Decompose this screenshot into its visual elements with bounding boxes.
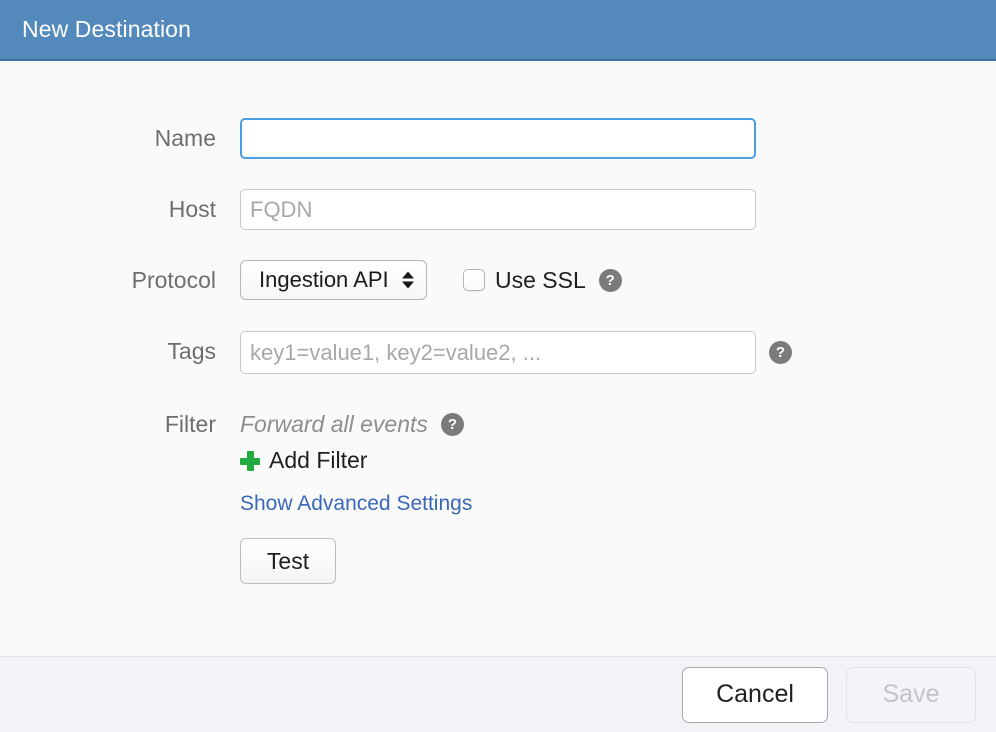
filter-status-text: Forward all events bbox=[240, 404, 428, 445]
tags-help-icon[interactable]: ? bbox=[769, 341, 792, 364]
show-advanced-settings-link[interactable]: Show Advanced Settings bbox=[240, 492, 472, 516]
page-title: New Destination bbox=[0, 18, 191, 41]
form-row-host: Host bbox=[0, 189, 996, 230]
tags-control: ? bbox=[240, 331, 792, 374]
host-label: Host bbox=[0, 189, 240, 230]
protocol-select-wrap: Ingestion API bbox=[240, 260, 427, 300]
dialog-header: New Destination bbox=[0, 0, 996, 61]
save-button: Save bbox=[846, 667, 976, 723]
dialog-body: Name Host Protocol Ingestion API bbox=[0, 61, 996, 656]
host-control bbox=[240, 189, 756, 230]
plus-icon bbox=[240, 451, 260, 471]
cancel-button[interactable]: Cancel bbox=[682, 667, 828, 723]
name-label: Name bbox=[0, 118, 240, 159]
add-filter-label: Add Filter bbox=[269, 447, 367, 474]
dialog-footer: Cancel Save bbox=[0, 656, 996, 732]
add-filter-button[interactable]: Add Filter bbox=[240, 447, 367, 474]
protocol-label: Protocol bbox=[0, 260, 240, 301]
name-input[interactable] bbox=[240, 118, 756, 159]
use-ssl-label: Use SSL bbox=[495, 267, 586, 294]
protocol-select[interactable]: Ingestion API bbox=[240, 260, 427, 300]
ssl-help-icon[interactable]: ? bbox=[599, 269, 622, 292]
protocol-control: Ingestion API Use SSL ? bbox=[240, 260, 622, 300]
advanced-settings-row: Show Advanced Settings bbox=[240, 492, 996, 516]
host-input[interactable] bbox=[240, 189, 756, 230]
form-row-protocol: Protocol Ingestion API Use SSL ? bbox=[0, 260, 996, 301]
tags-input[interactable] bbox=[240, 331, 756, 374]
tags-label: Tags bbox=[0, 331, 240, 372]
test-button-row: Test bbox=[240, 538, 996, 584]
use-ssl-checkbox[interactable] bbox=[463, 269, 485, 291]
filter-status-line: Forward all events ? bbox=[240, 404, 464, 445]
filter-label: Filter bbox=[0, 404, 240, 445]
form-row-name: Name bbox=[0, 118, 996, 159]
use-ssl-group[interactable]: Use SSL bbox=[463, 267, 586, 294]
form-row-tags: Tags ? bbox=[0, 331, 996, 374]
filter-help-icon[interactable]: ? bbox=[441, 413, 464, 436]
name-control bbox=[240, 118, 756, 159]
filter-control: Forward all events ? Add Filter bbox=[240, 404, 464, 474]
test-button[interactable]: Test bbox=[240, 538, 336, 584]
form-row-filter: Filter Forward all events ? Add Filter bbox=[0, 404, 996, 474]
new-destination-dialog: New Destination Name Host Protocol Inges… bbox=[0, 0, 996, 732]
